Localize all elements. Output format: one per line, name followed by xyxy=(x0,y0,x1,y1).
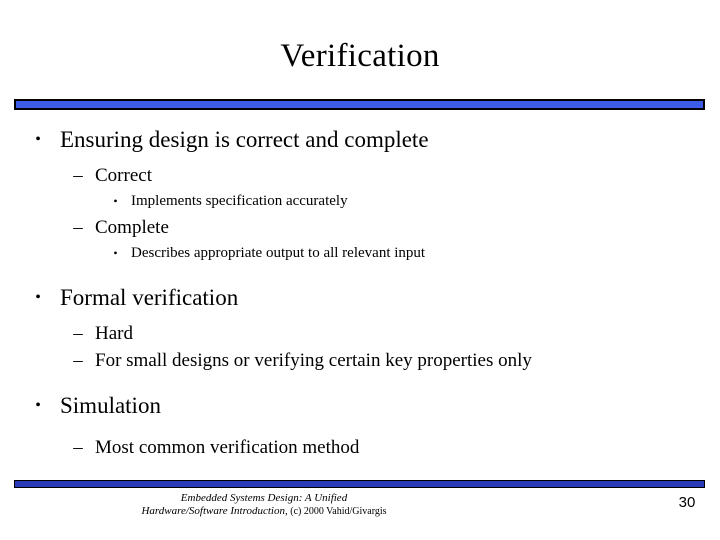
bullet-text: Complete xyxy=(95,217,169,238)
bullet-level1: • Formal verification xyxy=(0,282,720,314)
dash-marker-icon: – xyxy=(73,350,83,371)
dash-marker-icon: – xyxy=(73,323,83,344)
bullet-marker-icon: • xyxy=(113,194,118,208)
bullet-level1: • Ensuring design is correct and complet… xyxy=(0,124,720,156)
bullet-text: Ensuring design is correct and complete xyxy=(60,127,429,152)
dash-marker-icon: – xyxy=(73,217,83,238)
bullet-level3: • Describes appropriate output to all re… xyxy=(0,241,720,266)
bullet-level2: – Correct xyxy=(0,162,720,189)
dash-marker-icon: – xyxy=(73,437,83,458)
footer-copyright: (c) 2000 Vahid/Givargis xyxy=(287,506,387,517)
bullet-level1: • Simulation xyxy=(0,390,720,422)
bullet-marker-icon: • xyxy=(35,289,41,306)
slide-body: • Ensuring design is correct and complet… xyxy=(0,124,720,461)
bullet-text: For small designs or verifying certain k… xyxy=(95,350,532,371)
footer-line-1: Embedded Systems Design: A Unified xyxy=(180,492,348,504)
bullet-marker-icon: • xyxy=(35,131,41,148)
dash-marker-icon: – xyxy=(73,165,83,186)
page-title: Verification xyxy=(280,38,440,74)
bullet-level2: – Hard xyxy=(0,320,720,347)
footer-credit: Embedded Systems Design: A Unified Hardw… xyxy=(14,492,514,518)
page-number: 30 xyxy=(678,494,696,511)
bullet-text: Simulation xyxy=(60,393,161,418)
bullet-marker-icon: • xyxy=(113,246,118,260)
bullet-text: Describes appropriate output to all rele… xyxy=(131,245,426,261)
bullet-text: Correct xyxy=(95,165,152,186)
footer-line-2: Hardware/Software Introduction, (c) 2000… xyxy=(14,505,514,518)
bullet-marker-icon: • xyxy=(35,397,41,414)
top-divider-bar xyxy=(14,99,705,110)
footer-book-title: Hardware/Software Introduction, xyxy=(141,505,288,517)
bullet-text: Most common verification method xyxy=(95,437,360,458)
bullet-level2: – Complete xyxy=(0,214,720,241)
bullet-text: Implements specification accurately xyxy=(131,193,348,209)
bullet-text: Hard xyxy=(95,323,133,344)
bullet-level2: – Most common verification method xyxy=(0,434,720,461)
bullet-level3: • Implements specification accurately xyxy=(0,189,720,214)
bullet-text: Formal verification xyxy=(60,285,239,310)
bullet-level2: – For small designs or verifying certain… xyxy=(0,347,720,374)
bottom-divider-bar xyxy=(14,480,705,488)
